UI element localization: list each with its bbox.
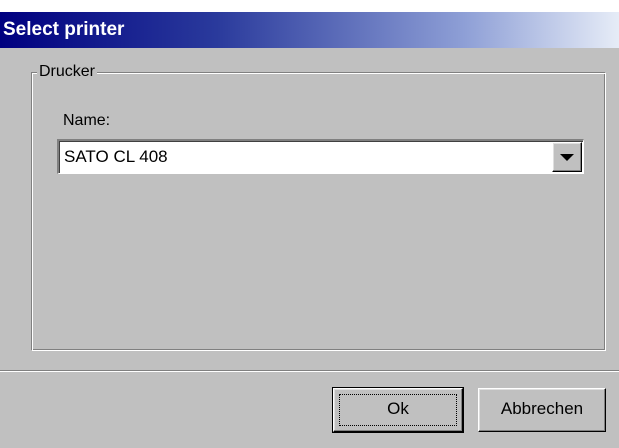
title-bar[interactable]: Select printer — [0, 12, 619, 48]
ok-button[interactable]: Ok — [332, 387, 464, 433]
printer-name-combobox[interactable]: SATO CL 408 — [57, 139, 584, 174]
printer-groupbox — [31, 72, 606, 351]
select-printer-dialog: Select printer Drucker Name: SATO CL 408… — [0, 0, 619, 448]
printer-name-value: SATO CL 408 — [64, 147, 168, 166]
top-strip — [0, 0, 619, 12]
dropdown-button[interactable] — [552, 142, 582, 172]
printer-name-label: Name: — [63, 112, 111, 129]
groupbox-legend: Drucker — [37, 63, 98, 81]
cancel-button[interactable]: Abbrechen — [478, 388, 606, 432]
dialog-separator — [0, 370, 619, 372]
cancel-button-label: Abbrechen — [500, 399, 584, 418]
chevron-down-icon — [560, 154, 574, 161]
window-title: Select printer — [3, 19, 125, 40]
ok-button-label: Ok — [387, 399, 409, 418]
